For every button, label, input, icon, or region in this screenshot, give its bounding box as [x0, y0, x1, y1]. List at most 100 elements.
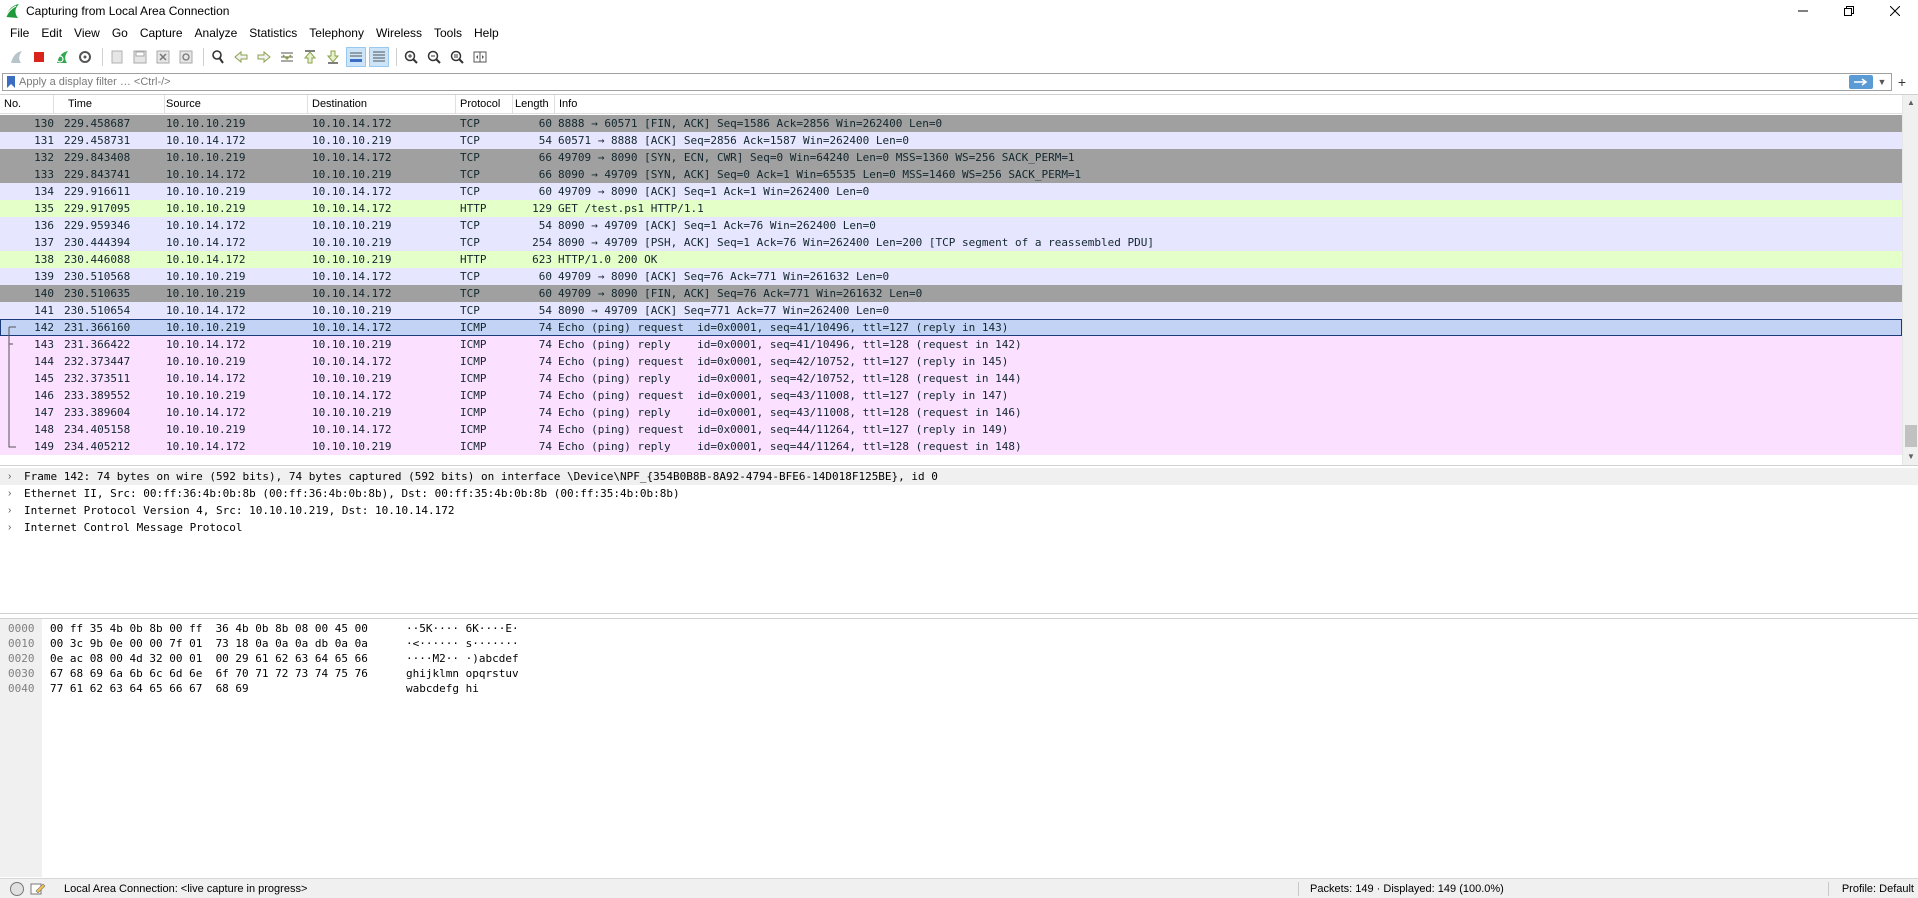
table-row[interactable]: 141 230.510654 10.10.14.172 10.10.10.219 TCP…: [0, 302, 1902, 319]
table-row[interactable]: 145 232.373511 10.10.14.172 10.10.10.219 ICM…: [0, 370, 1902, 387]
expand-chevron-icon[interactable]: ›: [8, 468, 24, 485]
expert-info-icon[interactable]: [10, 881, 24, 896]
minimize-icon: [1798, 10, 1808, 12]
zoom-in-button[interactable]: [401, 47, 421, 67]
cell-source: 10.10.10.219: [166, 423, 246, 436]
expand-chevron-icon[interactable]: ›: [8, 502, 24, 519]
expand-chevron-icon[interactable]: ›: [8, 519, 24, 536]
menu-go[interactable]: Go: [106, 22, 134, 44]
table-row[interactable]: 137 230.444394 10.10.14.172 10.10.10.219 TCP…: [0, 234, 1902, 251]
menu-telephony[interactable]: Telephony: [303, 22, 370, 44]
table-row[interactable]: 136 229.959346 10.10.14.172 10.10.10.219 TCP…: [0, 217, 1902, 234]
table-row[interactable]: 134 229.916611 10.10.10.219 10.10.14.172 TCP…: [0, 183, 1902, 200]
go-to-packet-button[interactable]: [277, 47, 297, 67]
packet-list-scrollbar[interactable]: ▲ ▼: [1902, 95, 1918, 465]
menu-analyze[interactable]: Analyze: [189, 22, 244, 44]
find-packet-button[interactable]: [208, 47, 228, 67]
resize-columns-button[interactable]: [470, 47, 490, 67]
cell-info: 60571 → 8888 [ACK] Seq=2856 Ack=1587 Win…: [558, 134, 909, 147]
go-first-button[interactable]: [300, 47, 320, 67]
table-row[interactable]: 138 230.446088 10.10.14.172 10.10.10.219 HTT…: [0, 251, 1902, 268]
table-row[interactable]: 148 234.405158 10.10.10.219 10.10.14.172 ICM…: [0, 421, 1902, 438]
menu-tools[interactable]: Tools: [428, 22, 468, 44]
cell-length: 74: [538, 355, 552, 368]
go-last-button[interactable]: [323, 47, 343, 67]
detail-row-icmp[interactable]: › Internet Control Message Protocol: [0, 519, 1918, 536]
scroll-thumb[interactable]: [1905, 425, 1917, 447]
close-button[interactable]: [1872, 0, 1918, 22]
column-header-destination[interactable]: Destination: [308, 95, 456, 114]
menu-help[interactable]: Help: [468, 22, 505, 44]
menu-statistics[interactable]: Statistics: [243, 22, 303, 44]
table-row-selected[interactable]: 142 231.366160 10.10.10.219 10.10.14.172 ICM…: [0, 319, 1902, 336]
start-capture-button[interactable]: [6, 47, 26, 67]
filter-history-dropdown[interactable]: ▼: [1875, 75, 1889, 89]
menu-file[interactable]: File: [4, 22, 35, 44]
table-row[interactable]: 146 233.389552 10.10.10.219 10.10.14.172 ICM…: [0, 387, 1902, 404]
column-header-length[interactable]: Length: [511, 95, 555, 114]
menu-wireless[interactable]: Wireless: [370, 22, 428, 44]
cell-destination: 10.10.14.172: [312, 423, 392, 436]
column-header-source[interactable]: Source: [162, 95, 308, 114]
capture-comment-icon[interactable]: [30, 882, 46, 896]
scroll-down-icon[interactable]: ▼: [1903, 449, 1918, 465]
cell-info: Echo (ping) request id=0x0001, seq=42/10…: [558, 355, 1009, 368]
menu-capture[interactable]: Capture: [134, 22, 189, 44]
cell-no: 141: [34, 304, 54, 317]
column-header-protocol[interactable]: Protocol: [456, 95, 513, 114]
zoom-normal-button[interactable]: [447, 47, 467, 67]
capture-options-button[interactable]: [75, 47, 95, 67]
bookmark-icon[interactable]: [6, 75, 16, 89]
table-row[interactable]: 132 229.843408 10.10.10.219 10.10.14.172 TCP…: [0, 149, 1902, 166]
cell-destination: 10.10.10.219: [312, 134, 392, 147]
scroll-up-icon[interactable]: ▲: [1903, 95, 1918, 111]
table-row[interactable]: 130 229.458687 10.10.10.219 10.10.14.172 TCP…: [0, 115, 1902, 132]
apply-filter-button[interactable]: [1849, 75, 1873, 89]
minimize-button[interactable]: [1780, 0, 1826, 22]
column-header-no[interactable]: No.: [0, 95, 54, 114]
profile-selector[interactable]: Profile: Default: [1842, 883, 1914, 895]
close-file-button[interactable]: [153, 47, 173, 67]
table-row[interactable]: 144 232.373447 10.10.10.219 10.10.14.172 ICM…: [0, 353, 1902, 370]
cell-protocol: ICMP: [460, 338, 487, 351]
table-row[interactable]: 131 229.458731 10.10.14.172 10.10.10.219 TCP…: [0, 132, 1902, 149]
reload-file-button[interactable]: [176, 47, 196, 67]
column-header-time[interactable]: Time: [64, 95, 165, 114]
table-row[interactable]: 135 229.917095 10.10.10.219 10.10.14.172 HTT…: [0, 200, 1902, 217]
zoom-out-button[interactable]: [424, 47, 444, 67]
autoscroll-button[interactable]: [346, 47, 366, 67]
menu-view[interactable]: View: [68, 22, 106, 44]
colorize-button[interactable]: [369, 47, 389, 67]
table-row[interactable]: 139 230.510568 10.10.10.219 10.10.14.172 TCP…: [0, 268, 1902, 285]
restore-button[interactable]: [1826, 0, 1872, 22]
table-row[interactable]: 140 230.510635 10.10.10.219 10.10.14.172 TCP…: [0, 285, 1902, 302]
display-filter-input[interactable]: [19, 74, 1819, 90]
resize-columns-icon: [473, 51, 487, 63]
stop-capture-button[interactable]: [29, 47, 49, 67]
go-back-button[interactable]: [231, 47, 251, 67]
open-file-button[interactable]: [107, 47, 127, 67]
table-row[interactable]: 149 234.405212 10.10.14.172 10.10.10.219 ICM…: [0, 438, 1902, 455]
go-forward-button[interactable]: [254, 47, 274, 67]
reload-file-icon: [179, 50, 193, 64]
add-filter-button[interactable]: +: [1892, 73, 1912, 91]
column-header-info[interactable]: Info: [555, 95, 1902, 114]
status-divider: [1828, 882, 1829, 896]
save-file-button[interactable]: [130, 47, 150, 67]
table-row[interactable]: 147 233.389604 10.10.14.172 10.10.10.219 ICM…: [0, 404, 1902, 421]
table-row[interactable]: 143 231.366422 10.10.14.172 10.10.10.219 ICM…: [0, 336, 1902, 353]
expand-chevron-icon[interactable]: ›: [8, 485, 24, 502]
detail-row-ethernet[interactable]: › Ethernet II, Src: 00:ff:36:4b:0b:8b (00…: [0, 485, 1918, 502]
table-row[interactable]: 133 229.843741 10.10.14.172 10.10.10.219 TCP…: [0, 166, 1902, 183]
cell-protocol: ICMP: [460, 355, 487, 368]
menu-edit[interactable]: Edit: [35, 22, 68, 44]
restart-capture-button[interactable]: [52, 47, 72, 67]
cell-protocol: ICMP: [460, 372, 487, 385]
detail-row-ipv4[interactable]: › Internet Protocol Version 4, Src: 10.10…: [0, 502, 1918, 519]
detail-text: Ethernet II, Src: 00:ff:36:4b:0b:8b (00:…: [24, 487, 680, 500]
stop-capture-icon: [34, 52, 44, 62]
cell-time: 229.843741: [64, 168, 131, 181]
cell-protocol: TCP: [460, 151, 480, 164]
detail-row-frame[interactable]: › Frame 142: 74 bytes on wire (592 bits),…: [0, 468, 1918, 485]
cell-protocol: ICMP: [460, 440, 487, 453]
